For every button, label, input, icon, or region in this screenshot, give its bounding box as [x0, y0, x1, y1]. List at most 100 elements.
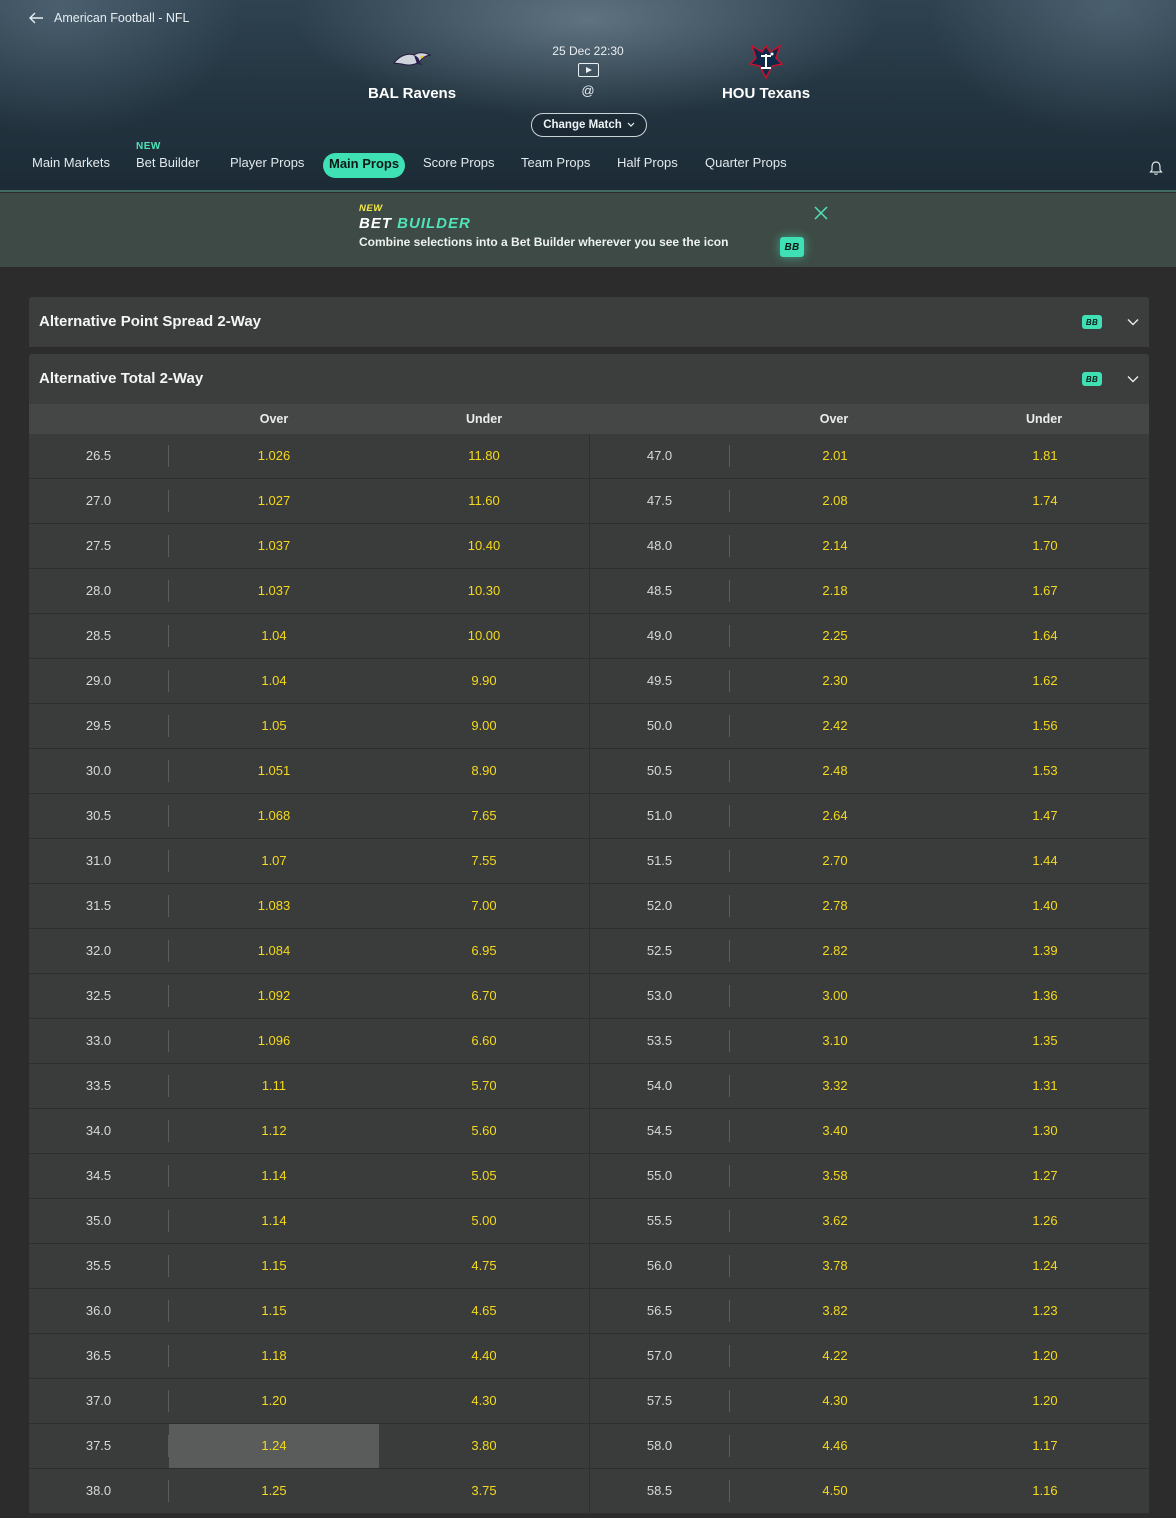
tab-quarter-props[interactable]: Quarter Props [705, 155, 787, 170]
odds-under-button[interactable]: 4.30 [379, 1379, 589, 1423]
odds-over-button[interactable]: 1.04 [169, 659, 379, 703]
odds-over-button[interactable]: 2.25 [730, 614, 940, 658]
odds-over-button[interactable]: 1.051 [169, 749, 379, 793]
odds-over-button[interactable]: 1.05 [169, 704, 379, 748]
odds-under-button[interactable]: 1.36 [940, 974, 1150, 1018]
odds-under-button[interactable]: 8.90 [379, 749, 589, 793]
odds-under-button[interactable]: 11.60 [379, 479, 589, 523]
odds-under-button[interactable]: 1.47 [940, 794, 1150, 838]
odds-under-button[interactable]: 1.17 [940, 1424, 1150, 1468]
odds-under-button[interactable]: 4.75 [379, 1244, 589, 1288]
odds-over-button[interactable]: 1.026 [169, 434, 379, 478]
odds-over-button[interactable]: 3.10 [730, 1019, 940, 1063]
odds-over-button[interactable]: 2.01 [730, 434, 940, 478]
odds-under-button[interactable]: 3.80 [379, 1424, 589, 1468]
odds-under-button[interactable]: 11.80 [379, 434, 589, 478]
odds-over-button[interactable]: 2.48 [730, 749, 940, 793]
odds-under-button[interactable]: 7.65 [379, 794, 589, 838]
odds-under-button[interactable]: 3.75 [379, 1469, 589, 1513]
odds-over-button[interactable]: 2.42 [730, 704, 940, 748]
odds-under-button[interactable]: 4.40 [379, 1334, 589, 1378]
odds-under-button[interactable]: 1.23 [940, 1289, 1150, 1333]
odds-under-button[interactable]: 1.35 [940, 1019, 1150, 1063]
odds-over-button[interactable]: 3.62 [730, 1199, 940, 1243]
odds-under-button[interactable]: 1.64 [940, 614, 1150, 658]
odds-under-button[interactable]: 1.31 [940, 1064, 1150, 1108]
play-icon[interactable] [577, 63, 599, 77]
odds-under-button[interactable]: 9.90 [379, 659, 589, 703]
odds-under-button[interactable]: 4.65 [379, 1289, 589, 1333]
odds-over-button[interactable]: 1.14 [169, 1154, 379, 1198]
odds-under-button[interactable]: 1.20 [940, 1379, 1150, 1423]
odds-under-button[interactable]: 6.95 [379, 929, 589, 973]
tab-player-props[interactable]: Player Props [230, 155, 304, 170]
close-icon[interactable] [814, 206, 828, 220]
odds-under-button[interactable]: 1.62 [940, 659, 1150, 703]
tab-main-props[interactable]: Main Props [323, 153, 406, 178]
odds-over-button[interactable]: 1.084 [169, 929, 379, 973]
odds-over-button[interactable]: 2.08 [730, 479, 940, 523]
odds-over-button[interactable]: 1.18 [169, 1334, 379, 1378]
odds-under-button[interactable]: 1.44 [940, 839, 1150, 883]
tab-team-props[interactable]: Team Props [521, 155, 590, 170]
odds-over-button[interactable]: 1.20 [169, 1379, 379, 1423]
odds-over-button[interactable]: 3.00 [730, 974, 940, 1018]
odds-over-button[interactable]: 1.07 [169, 839, 379, 883]
odds-over-button[interactable]: 1.24 [169, 1424, 379, 1468]
odds-under-button[interactable]: 1.26 [940, 1199, 1150, 1243]
tab-score-props[interactable]: Score Props [423, 155, 495, 170]
odds-over-button[interactable]: 1.11 [169, 1064, 379, 1108]
odds-over-button[interactable]: 2.78 [730, 884, 940, 928]
odds-over-button[interactable]: 1.068 [169, 794, 379, 838]
odds-under-button[interactable]: 10.00 [379, 614, 589, 658]
odds-under-button[interactable]: 10.40 [379, 524, 589, 568]
odds-over-button[interactable]: 1.14 [169, 1199, 379, 1243]
odds-over-button[interactable]: 3.40 [730, 1109, 940, 1153]
odds-under-button[interactable]: 1.67 [940, 569, 1150, 613]
odds-over-button[interactable]: 1.092 [169, 974, 379, 1018]
odds-under-button[interactable]: 7.55 [379, 839, 589, 883]
odds-over-button[interactable]: 1.04 [169, 614, 379, 658]
odds-over-button[interactable]: 1.037 [169, 569, 379, 613]
odds-over-button[interactable]: 4.46 [730, 1424, 940, 1468]
odds-over-button[interactable]: 3.82 [730, 1289, 940, 1333]
odds-over-button[interactable]: 2.30 [730, 659, 940, 703]
odds-over-button[interactable]: 2.18 [730, 569, 940, 613]
odds-over-button[interactable]: 1.027 [169, 479, 379, 523]
odds-over-button[interactable]: 1.083 [169, 884, 379, 928]
odds-under-button[interactable]: 10.30 [379, 569, 589, 613]
odds-over-button[interactable]: 1.15 [169, 1289, 379, 1333]
back-link[interactable]: American Football - NFL [28, 10, 189, 26]
odds-under-button[interactable]: 7.00 [379, 884, 589, 928]
odds-under-button[interactable]: 5.70 [379, 1064, 589, 1108]
odds-under-button[interactable]: 1.53 [940, 749, 1150, 793]
odds-over-button[interactable]: 2.14 [730, 524, 940, 568]
odds-over-button[interactable]: 3.78 [730, 1244, 940, 1288]
odds-under-button[interactable]: 1.70 [940, 524, 1150, 568]
odds-under-button[interactable]: 1.39 [940, 929, 1150, 973]
odds-over-button[interactable]: 4.50 [730, 1469, 940, 1513]
odds-over-button[interactable]: 2.64 [730, 794, 940, 838]
odds-under-button[interactable]: 1.74 [940, 479, 1150, 523]
odds-under-button[interactable]: 5.05 [379, 1154, 589, 1198]
odds-under-button[interactable]: 1.20 [940, 1334, 1150, 1378]
odds-over-button[interactable]: 2.82 [730, 929, 940, 973]
odds-under-button[interactable]: 9.00 [379, 704, 589, 748]
tab-bet-builder[interactable]: NEW Bet Builder [136, 141, 200, 170]
odds-over-button[interactable]: 1.25 [169, 1469, 379, 1513]
odds-over-button[interactable]: 1.12 [169, 1109, 379, 1153]
odds-over-button[interactable]: 3.58 [730, 1154, 940, 1198]
odds-under-button[interactable]: 6.60 [379, 1019, 589, 1063]
odds-over-button[interactable]: 4.22 [730, 1334, 940, 1378]
odds-under-button[interactable]: 1.56 [940, 704, 1150, 748]
odds-under-button[interactable]: 1.16 [940, 1469, 1150, 1513]
odds-under-button[interactable]: 1.30 [940, 1109, 1150, 1153]
odds-over-button[interactable]: 1.096 [169, 1019, 379, 1063]
odds-under-button[interactable]: 1.24 [940, 1244, 1150, 1288]
market-header-total[interactable]: Alternative Total 2-Way BB [29, 354, 1149, 404]
tab-main-markets[interactable]: Main Markets [32, 155, 110, 170]
odds-under-button[interactable]: 5.60 [379, 1109, 589, 1153]
odds-over-button[interactable]: 1.037 [169, 524, 379, 568]
market-header-point-spread[interactable]: Alternative Point Spread 2-Way BB [29, 297, 1149, 347]
odds-under-button[interactable]: 1.27 [940, 1154, 1150, 1198]
